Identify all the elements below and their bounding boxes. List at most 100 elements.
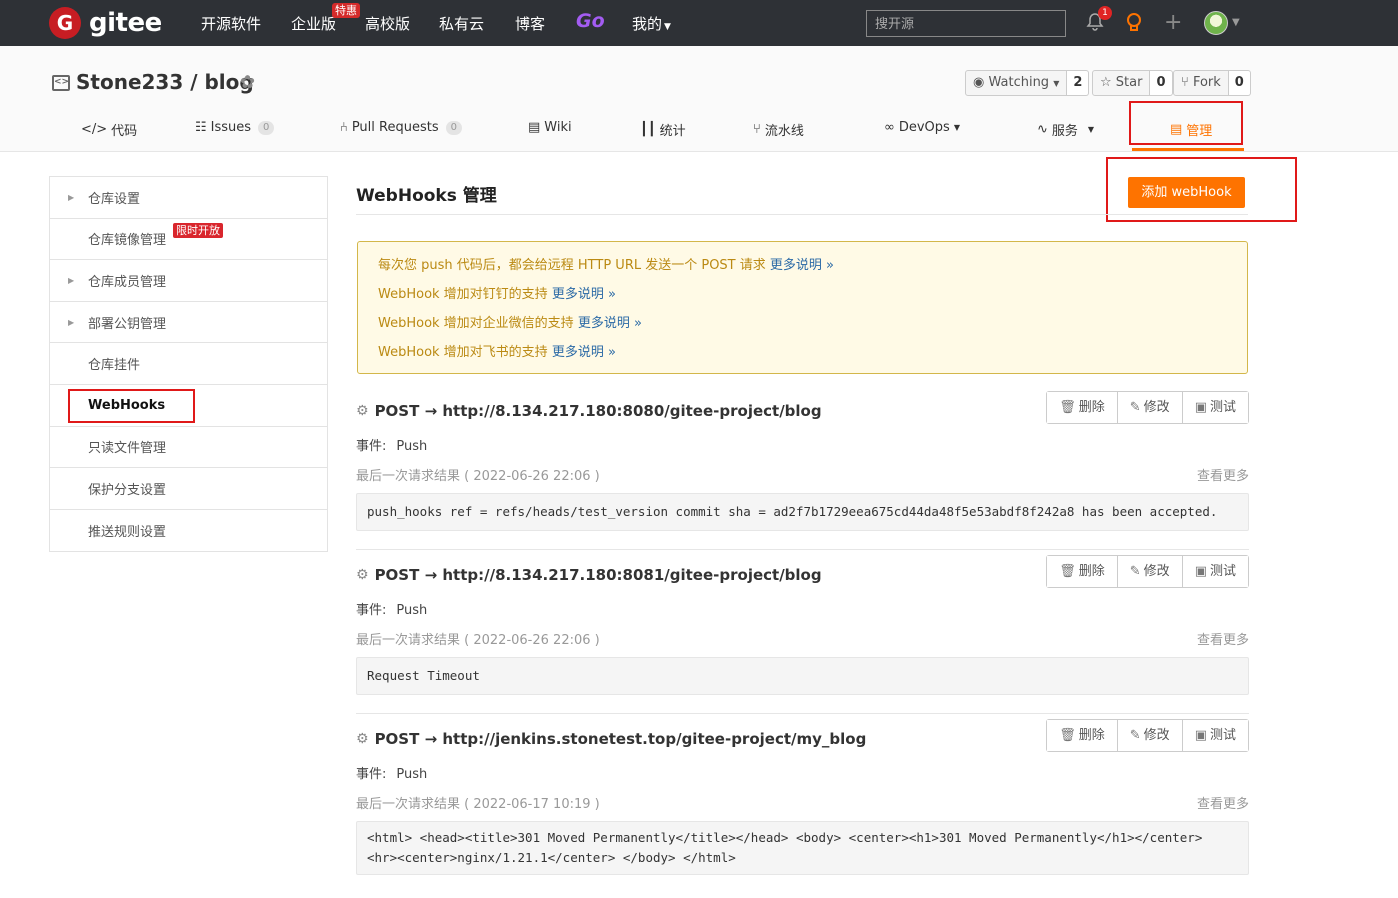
edit-button[interactable]: ✎ 修改 [1117,392,1183,423]
sidebar-item-members[interactable]: ▶ 仓库成员管理 [50,260,327,302]
view-more-link[interactable]: 查看更多 [1197,793,1249,812]
tab-stats[interactable]: ┃┃ 统计 [640,120,686,139]
sidebar-item-label: 仓库挂件 [88,358,141,374]
watching-button[interactable]: ◉ Watching ▼ [965,70,1068,96]
certified-medal-icon[interactable]: ✿ [240,72,255,93]
sidebar-item-protected-branches[interactable]: 保护分支设置 [50,468,327,510]
test-label: 测试 [1209,728,1236,743]
more-info-link[interactable]: 更多说明 » [770,258,834,273]
delete-button[interactable]: 🗑︎ 删除 [1047,556,1118,587]
edit-label: 修改 [1143,564,1170,579]
event-value: Push [396,767,428,782]
notice-line: WebHook 增加对钉钉的支持 更多说明 » [378,285,1227,314]
fork-count[interactable]: 0 [1228,70,1251,96]
fork-button-group[interactable]: ⑂ Fork 0 [1173,70,1251,96]
tab-code[interactable]: </> 代码 [81,120,137,139]
webhook-actions: 🗑︎ 删除 ✎ 修改 ▣ 测试 [1046,391,1249,424]
gitee-logo[interactable]: G gitee [49,7,162,39]
webhook-url[interactable]: ⚙ POST → http://8.134.217.180:8080/gitee-… [356,402,822,420]
event-label: 事件: [356,603,387,618]
webhook-icon: ⚙ [356,403,369,419]
test-label: 测试 [1209,564,1236,579]
repo-title[interactable]: Stone233 / blog [76,70,254,94]
nav-blog[interactable]: 博客 [515,13,545,34]
search-input[interactable]: 搜开源 [866,10,1066,37]
star-button-group[interactable]: ☆ Star 0 [1092,70,1173,96]
trash-icon: 🗑︎ [1059,400,1076,415]
view-more-link[interactable]: 查看更多 [1197,629,1249,648]
gitee-logo-text: gitee [89,8,162,38]
tab-wiki[interactable]: ▤ Wiki [528,120,572,135]
watching-label: Watching [988,75,1050,90]
tab-issues[interactable]: ☷ Issues 0 [195,120,275,135]
page-title: WebHooks 管理 [356,186,497,206]
sidebar-item-label: 只读文件管理 [88,441,167,457]
test-button[interactable]: ▣ 测试 [1182,556,1248,587]
delete-button[interactable]: 🗑︎ 删除 [1047,720,1118,751]
chevron-down-icon: ▼ [664,22,671,32]
add-webhook-button[interactable]: 添加 webHook [1128,177,1245,208]
webhook-url[interactable]: ⚙ POST → http://8.134.217.180:8081/gitee-… [356,566,822,584]
sidebar-item-widgets[interactable]: 仓库挂件 [50,343,327,385]
nav-open-source[interactable]: 开源软件 [201,13,261,34]
fork-button[interactable]: ⑂ Fork [1173,70,1229,96]
tab-services[interactable]: ∿ 服务 ▼ [1037,120,1094,139]
nav-university[interactable]: 高校版 [365,13,410,34]
star-count[interactable]: 0 [1150,70,1173,96]
sidebar-item-label: 部署公钥管理 [88,316,167,332]
webhook-notice: 每次您 push 代码后，都会给远程 HTTP URL 发送一个 POST 请求… [357,241,1248,374]
last-result-time: ( 2022-06-17 10:19 ) [464,797,600,812]
sidebar-item-label: 推送规则设置 [88,525,167,541]
edit-button[interactable]: ✎ 修改 [1117,556,1183,587]
nav-private-cloud[interactable]: 私有云 [439,13,484,34]
sidebar-item-deploy-keys[interactable]: ▶ 部署公钥管理 [50,302,327,344]
sidebar-item-push-rules[interactable]: 推送规则设置 [50,510,327,552]
sidebar-item-mirror[interactable]: 仓库镜像管理 限时开放 [50,219,327,261]
avatar[interactable] [1204,11,1228,35]
nav-go[interactable]: Go [576,10,605,32]
more-info-link[interactable]: 更多说明 » [578,316,642,331]
sidebar-item-repo-settings[interactable]: ▶ 仓库设置 [50,177,327,219]
tab-pull-requests-label: Pull Requests [351,120,439,135]
last-result-time: ( 2022-06-26 22:06 ) [464,469,600,484]
trash-icon: 🗑︎ [1059,728,1076,743]
webhook-event: 事件: Push [356,435,427,454]
webhook-item: ⚙ POST → http://jenkins.stonetest.top/git… [356,719,1249,884]
notification-count-badge: 1 [1098,6,1112,20]
webhook-url-text: POST → http://8.134.217.180:8081/gitee-p… [374,566,822,584]
notice-text: WebHook 增加对飞书的支持 [378,345,552,360]
webhook-url[interactable]: ⚙ POST → http://jenkins.stonetest.top/git… [356,730,866,748]
test-button[interactable]: ▣ 测试 [1182,720,1248,751]
lightbulb-icon[interactable] [1125,12,1143,39]
webhook-response: <html> <head><title>301 Moved Permanentl… [356,821,1249,875]
webhook-actions: 🗑︎ 删除 ✎ 修改 ▣ 测试 [1046,555,1249,588]
star-button[interactable]: ☆ Star [1092,70,1151,96]
webhook-url-text: POST → http://jenkins.stonetest.top/gite… [374,730,867,748]
notice-text: 每次您 push 代码后，都会给远程 HTTP URL 发送一个 POST 请求 [378,258,770,273]
issues-icon: ☷ [195,120,207,135]
test-button[interactable]: ▣ 测试 [1182,392,1248,423]
more-info-link[interactable]: 更多说明 » [552,287,616,302]
chevron-down-icon[interactable]: ▼ [1232,17,1240,28]
bar-chart-icon: ┃┃ [640,122,656,137]
sidebar-item-readonly-files[interactable]: 只读文件管理 [50,427,327,469]
terminal-icon: ▣ [1194,400,1207,415]
terminal-icon: ▣ [1194,564,1207,579]
trash-icon: 🗑︎ [1059,564,1076,579]
tab-devops[interactable]: ∞ DevOps ▼ [884,120,960,135]
more-info-link[interactable]: 更多说明 » [552,345,616,360]
webhook-icon: ⚙ [356,567,369,583]
pulse-icon: ∿ [1037,122,1048,137]
tab-pipeline[interactable]: ⑂ 流水线 [753,120,804,139]
plus-icon[interactable]: + [1164,10,1182,35]
pull-requests-count: 0 [445,120,462,135]
edit-button[interactable]: ✎ 修改 [1117,720,1183,751]
notice-line: WebHook 增加对飞书的支持 更多说明 » [378,343,1227,372]
watching-count[interactable]: 2 [1067,70,1090,96]
delete-button[interactable]: 🗑︎ 删除 [1047,392,1118,423]
view-more-link[interactable]: 查看更多 [1197,465,1249,484]
watching-button-group[interactable]: ◉ Watching ▼ 2 [965,70,1090,96]
tab-pull-requests[interactable]: ⑃ Pull Requests 0 [340,120,462,135]
nav-mine[interactable]: 我的 ▼ [632,13,671,34]
nav-enterprise[interactable]: 企业版 [291,13,336,34]
